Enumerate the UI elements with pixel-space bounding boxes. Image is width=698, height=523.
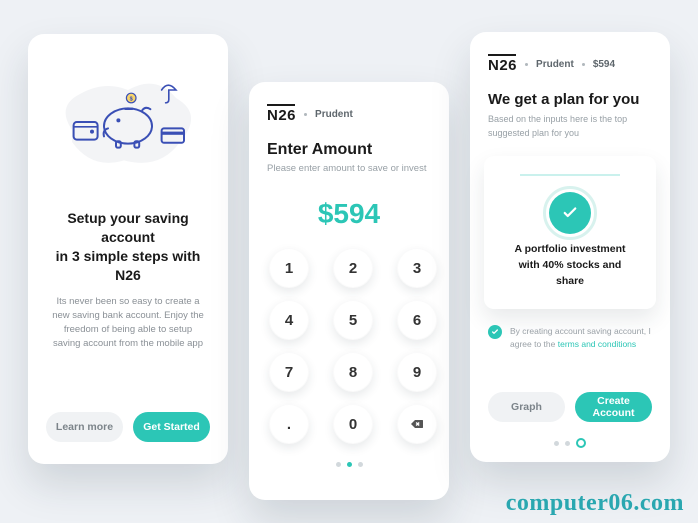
consent-checkbox[interactable] — [488, 325, 502, 339]
key-7[interactable]: 7 — [269, 352, 309, 392]
onboarding-description: Its never been so easy to create a new s… — [28, 285, 228, 352]
pager-ring-active — [576, 438, 586, 448]
title-line1: Setup your saving account — [67, 210, 188, 245]
consent-text: By creating account saving account, I ag… — [510, 325, 652, 351]
card-accent-line — [520, 174, 620, 176]
pager-dot — [554, 441, 559, 446]
breadcrumb-amount: $594 — [593, 59, 615, 70]
brand-logo: N26 — [488, 54, 517, 75]
onboarding-actions: Learn more Get Started — [28, 412, 228, 442]
consent-row[interactable]: By creating account saving account, I ag… — [470, 309, 670, 351]
amount-header: N26 Prudent — [249, 82, 449, 131]
separator-dot — [525, 63, 528, 66]
pager-dot — [336, 462, 341, 467]
onboarding-title: Setup your saving account in 3 simple st… — [28, 209, 228, 285]
key-9[interactable]: 9 — [397, 352, 437, 392]
plan-title: We get a plan for you — [470, 81, 670, 108]
onboarding-illustration: $ — [28, 34, 228, 209]
key-backspace[interactable] — [397, 404, 437, 444]
plan-card-text: A portfolio investment with 40% stocks a… — [498, 242, 642, 289]
key-0[interactable]: 0 — [333, 404, 373, 444]
key-5[interactable]: 5 — [333, 300, 373, 340]
key-3[interactable]: 3 — [397, 248, 437, 288]
amount-subtitle: Please enter amount to save or invest — [249, 159, 449, 174]
amount-display: $594 — [249, 198, 449, 230]
breadcrumb-prudent: Prudent — [315, 109, 353, 120]
plan-screen: N26 Prudent $594 We get a plan for you B… — [470, 32, 670, 462]
illustration-svg: $ — [48, 62, 208, 182]
get-started-button[interactable]: Get Started — [133, 412, 210, 442]
numeric-keypad: 1 2 3 4 5 6 7 8 9 . 0 — [249, 230, 449, 456]
check-icon — [561, 204, 579, 222]
pager-dot — [565, 441, 570, 446]
plan-header: N26 Prudent $594 — [470, 32, 670, 81]
terms-link[interactable]: terms and conditions — [558, 339, 636, 349]
amount-pager — [249, 456, 449, 479]
watermark-text: computer06.com — [506, 490, 684, 517]
check-icon — [491, 328, 499, 336]
key-1[interactable]: 1 — [269, 248, 309, 288]
separator-dot — [304, 113, 307, 116]
key-dot[interactable]: . — [269, 404, 309, 444]
pager-dot-active — [347, 462, 352, 467]
separator-dot — [582, 63, 585, 66]
check-badge — [549, 192, 591, 234]
onboarding-screen: $ — [28, 34, 228, 464]
key-2[interactable]: 2 — [333, 248, 373, 288]
plan-pager — [470, 438, 670, 448]
amount-title: Enter Amount — [249, 131, 449, 159]
learn-more-button[interactable]: Learn more — [46, 412, 123, 442]
key-4[interactable]: 4 — [269, 300, 309, 340]
key-8[interactable]: 8 — [333, 352, 373, 392]
breadcrumb-prudent: Prudent — [536, 59, 574, 70]
plan-actions: Graph Create Account — [470, 392, 670, 422]
brand-logo: N26 — [267, 104, 296, 125]
plan-subtitle: Based on the inputs here is the top sugg… — [470, 108, 670, 140]
plan-card: A portfolio investment with 40% stocks a… — [484, 156, 656, 309]
coin-icon: $ — [126, 93, 136, 103]
key-6[interactable]: 6 — [397, 300, 437, 340]
title-brand: N26 — [115, 267, 141, 283]
backspace-icon — [409, 416, 425, 432]
amount-screen: N26 Prudent Enter Amount Please enter am… — [249, 82, 449, 500]
create-account-button[interactable]: Create Account — [575, 392, 652, 422]
pager-dot — [358, 462, 363, 467]
title-line2-prefix: in 3 simple steps with — [56, 248, 201, 264]
graph-button[interactable]: Graph — [488, 392, 565, 422]
